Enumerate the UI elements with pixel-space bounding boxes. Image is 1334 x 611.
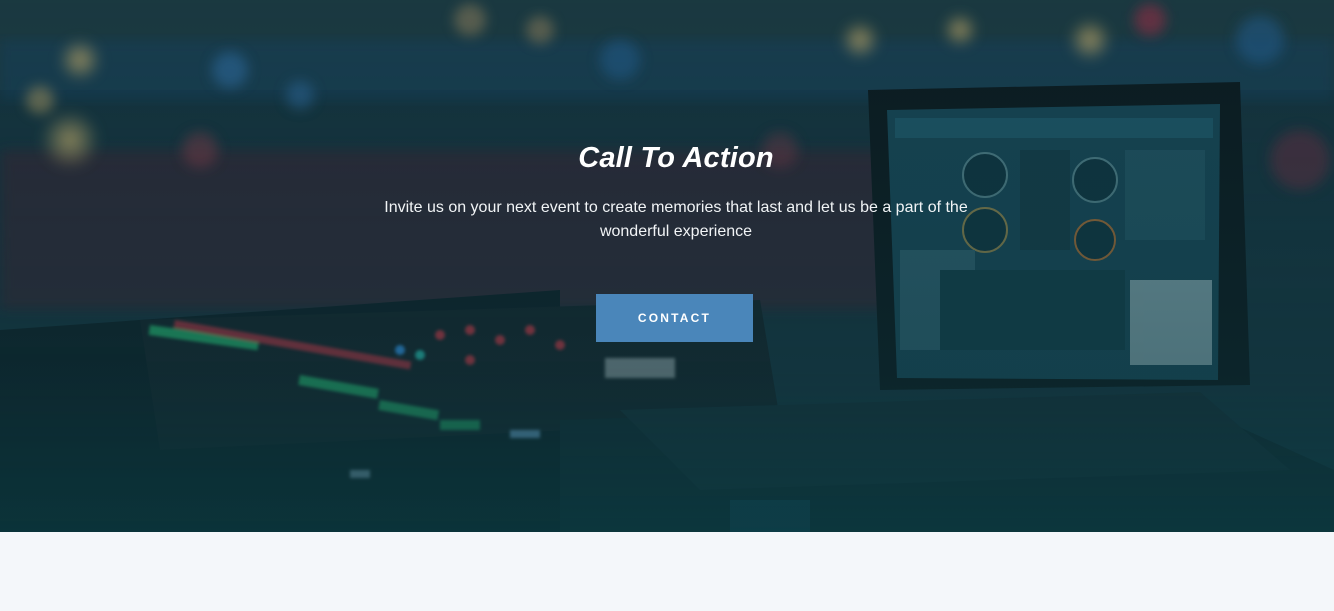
page-background-strip — [0, 532, 1334, 611]
hero-section: Call To Action Invite us on your next ev… — [0, 0, 1334, 532]
section-title: Call To Action — [578, 142, 774, 174]
contact-button[interactable]: CONTACT — [596, 294, 753, 342]
cta-content: Call To Action Invite us on your next ev… — [0, 0, 1334, 532]
section-description: Invite us on your next event to create m… — [384, 199, 968, 240]
